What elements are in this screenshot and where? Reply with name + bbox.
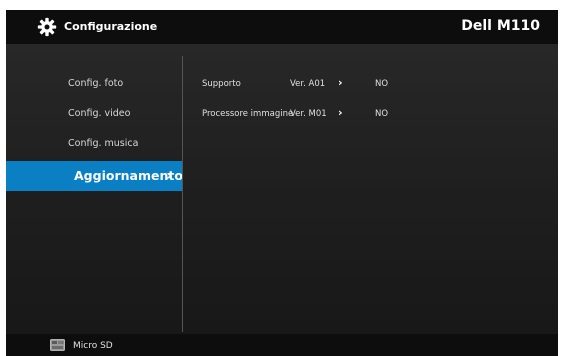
sidebar-item-label: Config. video [68, 108, 131, 119]
microsd-icon [50, 339, 65, 351]
source-bar: Micro SD [6, 334, 558, 356]
sidebar-item-config-video[interactable]: Config. video [6, 99, 182, 129]
menu-header: Configurazione Dell M110 [6, 10, 558, 44]
source-label: Micro SD [73, 341, 113, 351]
device-name: Dell M110 [461, 18, 540, 34]
row-value: NO [375, 79, 389, 89]
sidebar-item-label: Config. foto [68, 78, 124, 89]
update-row-processore-immagine[interactable]: Processore immagine Ver. M01 › NO [202, 106, 542, 121]
row-version: Ver. M01 [290, 109, 327, 119]
update-row-supporto[interactable]: Supporto Ver. A01 › NO [202, 76, 542, 91]
sidebar-item-label: Config. musica [68, 138, 139, 149]
gear-icon [37, 17, 57, 37]
row-value: NO [375, 109, 389, 119]
sidebar-item-config-musica[interactable]: Config. musica [6, 129, 182, 159]
projector-menu-screen: Configurazione Dell M110 Config. foto Co… [6, 10, 558, 356]
row-version: Ver. A01 [290, 79, 326, 89]
chevron-right-icon[interactable]: › [338, 106, 343, 120]
sidebar-item-config-foto[interactable]: Config. foto [6, 69, 182, 99]
sidebar-item-aggiornamento[interactable]: Aggiornamento › [6, 161, 183, 191]
menu-title: Configurazione [64, 20, 158, 33]
chevron-right-icon: › [166, 168, 172, 184]
chevron-right-icon[interactable]: › [338, 76, 343, 90]
panel-divider [182, 56, 183, 332]
row-label: Processore immagine [202, 109, 294, 119]
row-label: Supporto [202, 79, 241, 89]
